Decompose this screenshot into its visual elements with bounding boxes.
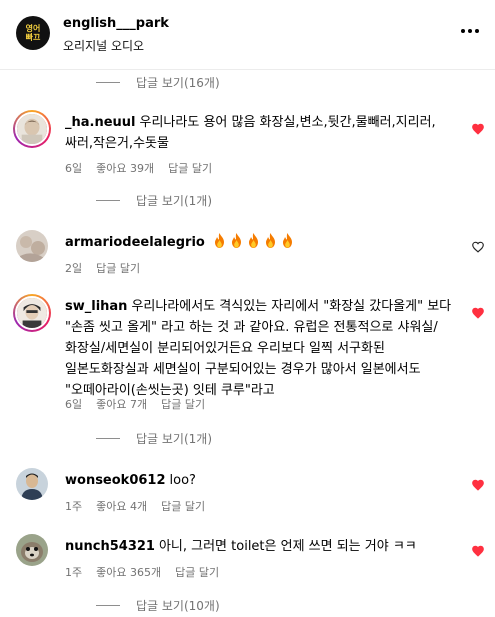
- post-header: 영어 빠끄 english___park 오리지널 오디오: [0, 0, 495, 70]
- likes-count[interactable]: 좋아요 7개: [96, 396, 147, 412]
- avatar[interactable]: [13, 110, 51, 148]
- divider: [96, 438, 120, 439]
- view-replies-button[interactable]: 답글 보기(10개): [96, 597, 220, 614]
- likes-count[interactable]: 좋아요 39개: [96, 160, 154, 176]
- heart-filled-icon[interactable]: [471, 478, 485, 492]
- heart-filled-icon[interactable]: [471, 544, 485, 558]
- comment-body: wonseok0612 loo?: [65, 470, 460, 491]
- heart-filled-icon[interactable]: [471, 122, 485, 136]
- comment-username[interactable]: _ha.neuul: [65, 115, 136, 130]
- avatar-image: [16, 534, 48, 566]
- view-replies-label: 답글 보기(10개): [136, 599, 220, 613]
- reply-button[interactable]: 답글 달기: [175, 564, 219, 580]
- account-name[interactable]: english___park: [63, 16, 169, 31]
- avatar-image: [16, 230, 48, 262]
- heart-filled-icon[interactable]: [471, 306, 485, 320]
- comment-username[interactable]: armariodeelalegrio: [65, 235, 205, 250]
- comment-time: 1주: [65, 566, 83, 579]
- comment-time: 6일: [65, 162, 83, 175]
- avatar-image: [17, 114, 47, 144]
- view-replies-button[interactable]: 답글 보기(1개): [96, 192, 212, 209]
- likes-count[interactable]: 좋아요 365개: [96, 564, 161, 580]
- view-replies-label: 답글 보기(1개): [136, 194, 213, 208]
- view-replies-button[interactable]: 답글 보기(16개): [96, 74, 220, 91]
- fire-emoji-row: [213, 233, 298, 250]
- audio-label[interactable]: 오리지널 오디오: [63, 37, 144, 54]
- divider: [96, 605, 120, 606]
- comment-text: 아니, 그러면 toilet은 언제 쓰면 되는 거야 ㅋㅋ: [158, 539, 417, 554]
- comment-body: armariodeelalegrio: [65, 232, 460, 253]
- divider: [96, 82, 120, 83]
- comment-text: loo?: [169, 473, 196, 488]
- avatar-image: [16, 468, 48, 500]
- fire-icon: [215, 233, 224, 248]
- view-replies-label: 답글 보기(1개): [136, 432, 213, 446]
- comment-username[interactable]: nunch54321: [65, 539, 155, 554]
- comment-meta: 1주 좋아요 4개 답글 달기: [65, 498, 205, 514]
- comment-meta: 2일 답글 달기: [65, 260, 140, 276]
- view-replies-label: 답글 보기(16개): [136, 76, 220, 90]
- reply-button[interactable]: 답글 달기: [161, 396, 205, 412]
- comment-meta: 6일 좋아요 7개 답글 달기: [65, 396, 205, 412]
- avatar[interactable]: [16, 468, 48, 500]
- fire-icon: [266, 233, 275, 248]
- comment-time: 6일: [65, 398, 83, 411]
- comment-meta: 6일 좋아요 39개 답글 달기: [65, 160, 212, 176]
- reply-button[interactable]: 답글 달기: [161, 498, 205, 514]
- more-horizontal-icon[interactable]: [461, 22, 479, 40]
- avatar-image: [17, 298, 47, 328]
- comment-time: 2일: [65, 262, 83, 275]
- fire-icon: [249, 233, 258, 248]
- divider: [96, 200, 120, 201]
- comment-time: 1주: [65, 500, 83, 513]
- avatar[interactable]: [16, 230, 48, 262]
- fire-icon: [283, 233, 292, 248]
- avatar[interactable]: [13, 294, 51, 332]
- likes-count[interactable]: 좋아요 4개: [96, 498, 147, 514]
- comment-username[interactable]: wonseok0612: [65, 473, 166, 488]
- comment-body: sw_lihan 우리나라에서도 격식있는 자리에서 "화장실 갔다올게" 보다 …: [65, 296, 460, 401]
- view-replies-button[interactable]: 답글 보기(1개): [96, 430, 212, 447]
- reply-button[interactable]: 답글 달기: [168, 160, 212, 176]
- account-logo[interactable]: 영어 빠끄: [16, 16, 50, 50]
- reply-button[interactable]: 답글 달기: [96, 260, 140, 276]
- comment-username[interactable]: sw_lihan: [65, 299, 127, 314]
- comment-body: _ha.neuul 우리나라도 용어 많음 화장실,변소,뒷간,물빼러,지리러,싸…: [65, 112, 460, 154]
- fire-icon: [232, 233, 241, 248]
- avatar[interactable]: [16, 534, 48, 566]
- heart-outline-icon[interactable]: [471, 240, 485, 254]
- comment-body: nunch54321 아니, 그러면 toilet은 언제 쓰면 되는 거야 ㅋㅋ: [65, 536, 460, 557]
- comment-meta: 1주 좋아요 365개 답글 달기: [65, 564, 219, 580]
